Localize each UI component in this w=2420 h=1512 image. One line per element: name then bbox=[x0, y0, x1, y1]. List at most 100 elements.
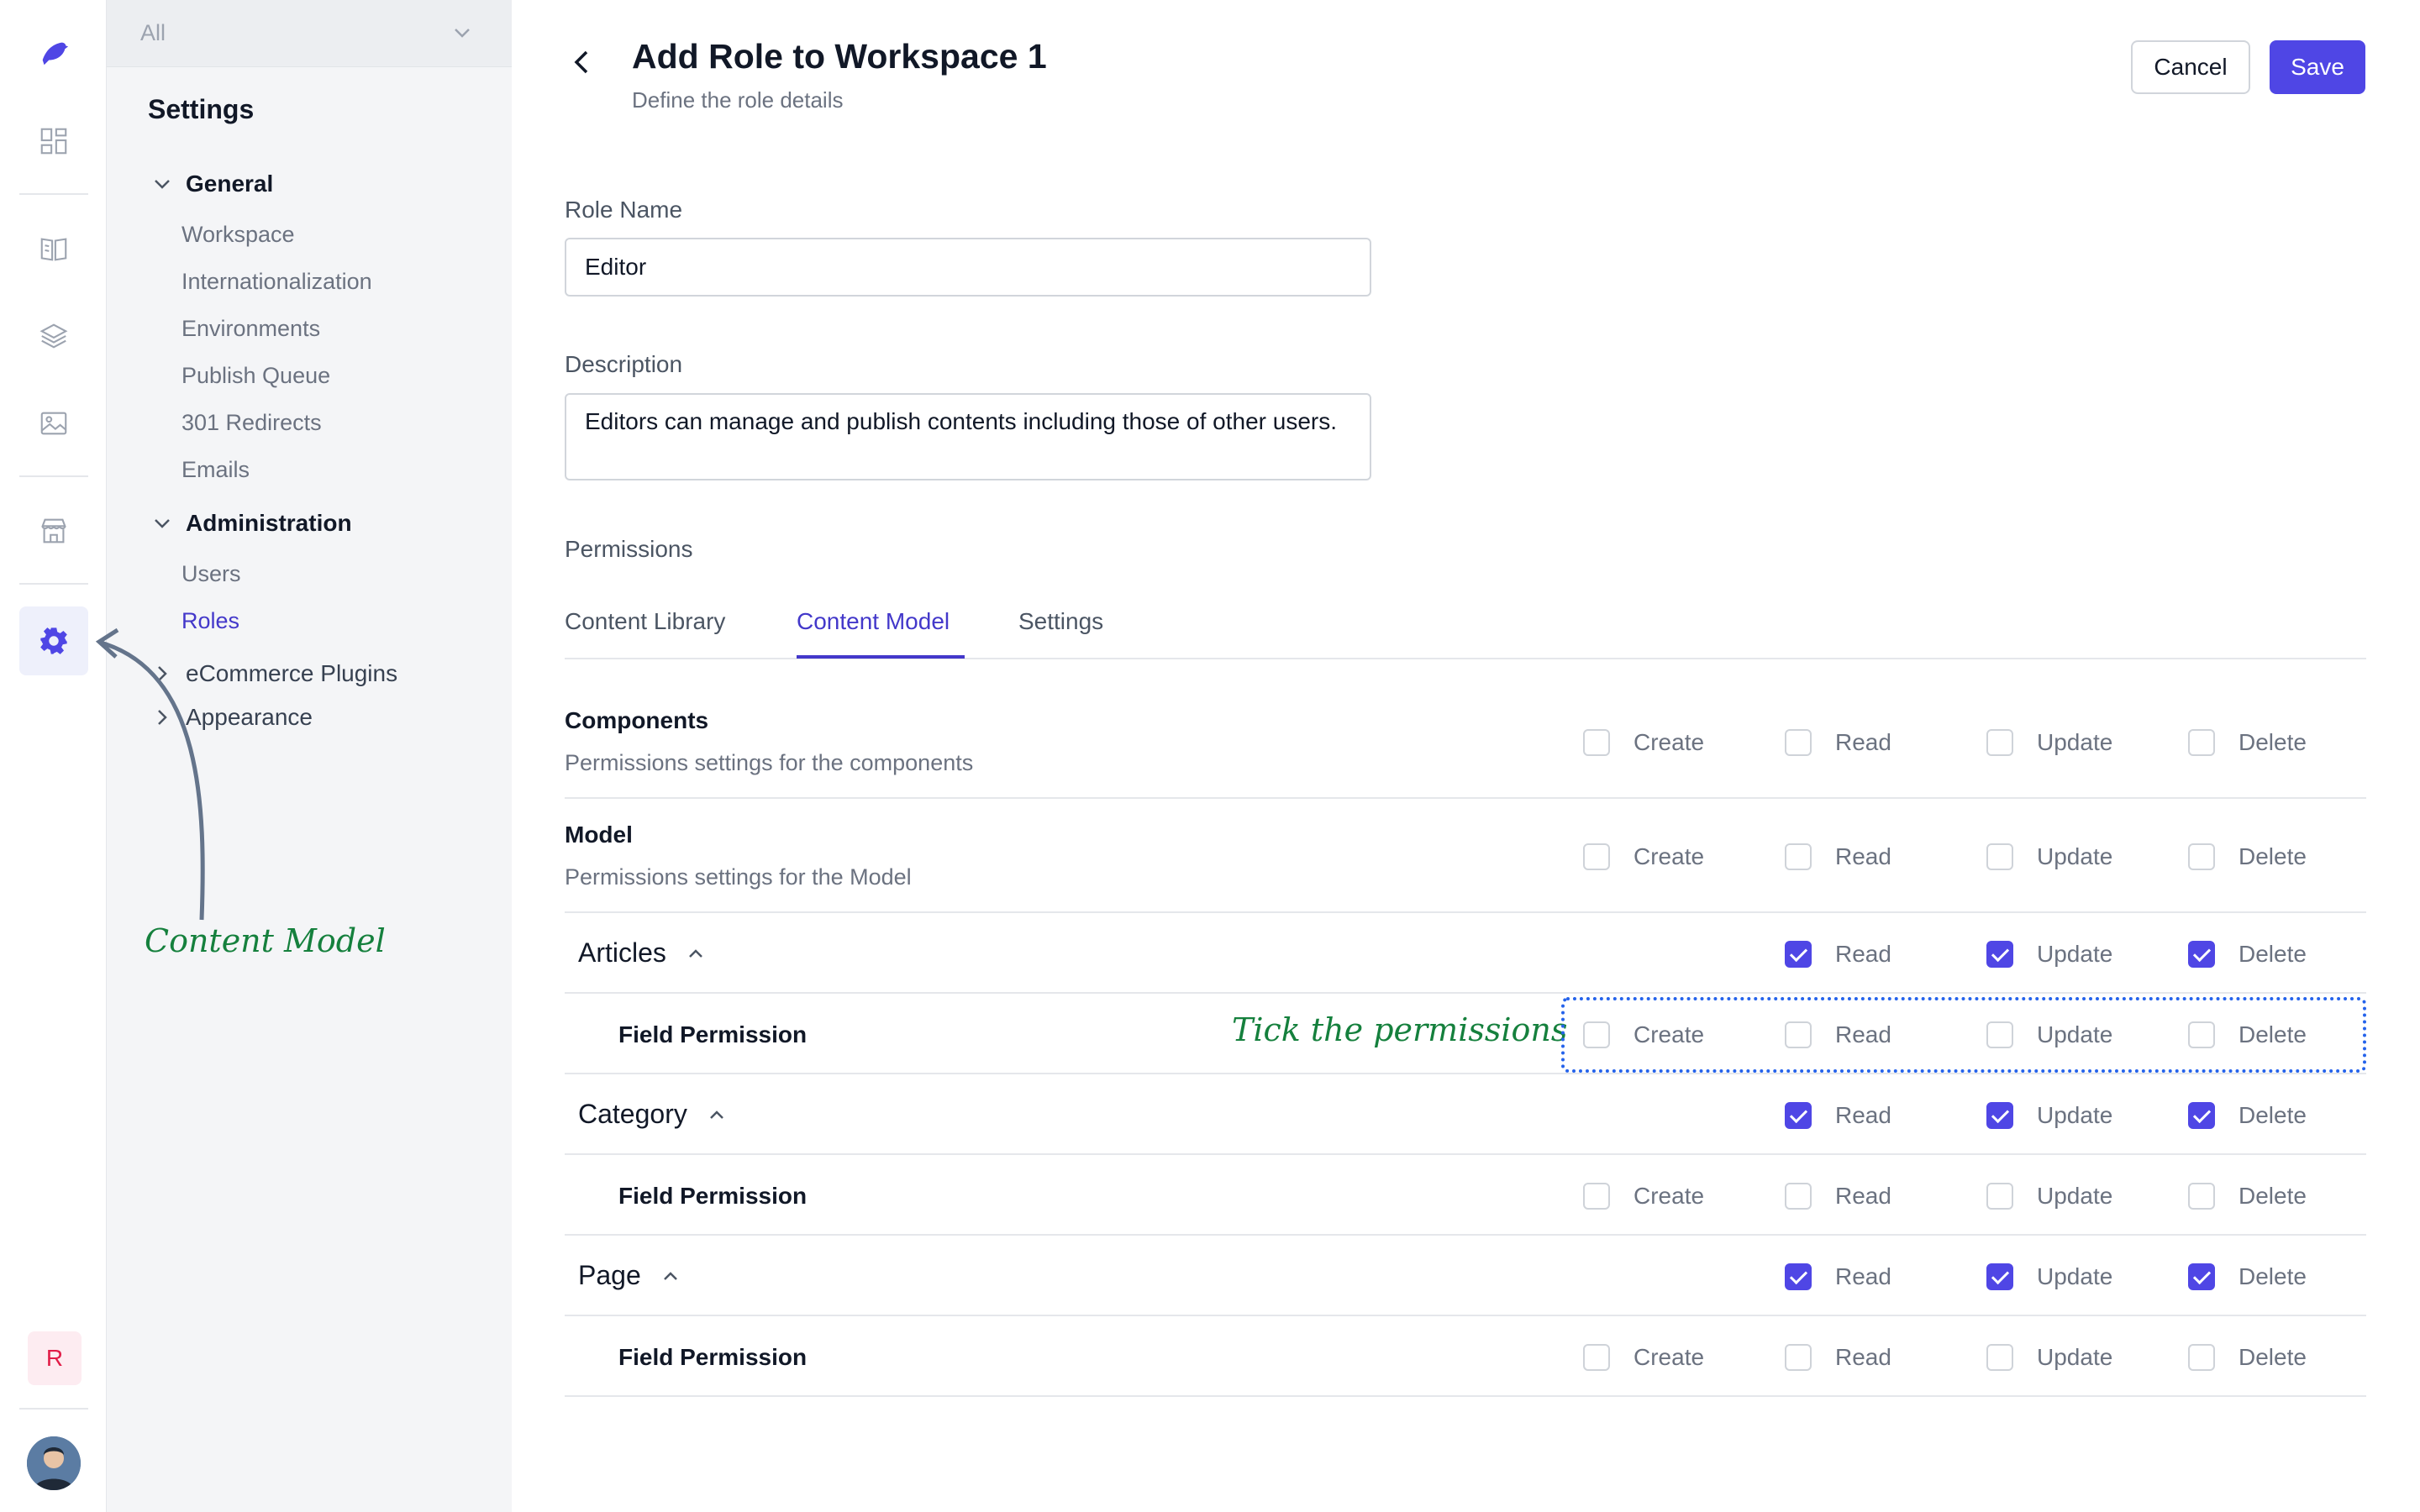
articles-field-read-checkbox[interactable] bbox=[1785, 1021, 1812, 1048]
role-name-input[interactable]: Editor bbox=[565, 238, 1371, 297]
articles-field-create-checkbox[interactable] bbox=[1583, 1021, 1610, 1048]
row-divider bbox=[565, 992, 2366, 994]
category-field-read-checkbox[interactable] bbox=[1785, 1183, 1812, 1210]
checkbox-label: Delete bbox=[2238, 1102, 2307, 1128]
page-field-delete-checkbox[interactable] bbox=[2188, 1344, 2215, 1371]
category-read-checkbox[interactable] bbox=[1785, 1102, 1812, 1129]
sidebar-group-general[interactable]: General bbox=[152, 171, 273, 197]
back-arrow-icon[interactable] bbox=[565, 44, 602, 81]
rail-divider bbox=[19, 583, 88, 585]
page-subtitle: Define the role details bbox=[632, 87, 844, 113]
checkbox-label: Read bbox=[1835, 1021, 1891, 1047]
page-update-checkbox[interactable] bbox=[1986, 1263, 2013, 1290]
components-read-checkbox[interactable] bbox=[1785, 729, 1812, 756]
workspace-avatar[interactable]: R bbox=[28, 1331, 82, 1385]
checkbox-label: Read bbox=[1835, 1263, 1891, 1289]
checkbox-label: Read bbox=[1835, 1344, 1891, 1370]
image-icon[interactable] bbox=[35, 405, 72, 442]
sidebar-item-emails[interactable]: Emails bbox=[182, 457, 250, 483]
sidebar-item-internationalization[interactable]: Internationalization bbox=[182, 269, 372, 295]
model-update-checkbox[interactable] bbox=[1986, 843, 2013, 870]
articles-field-permission-label: Field Permission bbox=[618, 1021, 808, 1047]
tab-content-library[interactable]: Content Library bbox=[565, 608, 725, 635]
sidebar-item-301-redirects[interactable]: 301 Redirects bbox=[182, 410, 322, 436]
section-articles[interactable]: Articles bbox=[578, 937, 707, 969]
articles-read-checkbox[interactable] bbox=[1785, 941, 1812, 968]
page-field-read-checkbox[interactable] bbox=[1785, 1344, 1812, 1371]
gear-icon[interactable] bbox=[35, 622, 72, 659]
articles-delete-checkbox[interactable] bbox=[2188, 941, 2215, 968]
row-divider bbox=[565, 797, 2366, 799]
category-delete-checkbox[interactable] bbox=[2188, 1102, 2215, 1129]
sidebar-group-label: Administration bbox=[186, 510, 352, 536]
annotation-arrow-icon bbox=[95, 627, 205, 921]
checkbox-label: Delete bbox=[2238, 729, 2307, 755]
category-field-delete-checkbox[interactable] bbox=[2188, 1183, 2215, 1210]
chevron-up-icon[interactable] bbox=[660, 1265, 681, 1287]
category-update-checkbox[interactable] bbox=[1986, 1102, 2013, 1129]
checkbox-label: Update bbox=[2037, 1263, 2113, 1289]
checkbox-label: Read bbox=[1835, 1183, 1891, 1209]
page-field-create-checkbox[interactable] bbox=[1583, 1344, 1610, 1371]
workspace-select-value: All bbox=[140, 20, 166, 45]
sidebar-item-environments[interactable]: Environments bbox=[182, 316, 320, 342]
checkbox-label: Read bbox=[1835, 1102, 1891, 1128]
model-delete-checkbox[interactable] bbox=[2188, 843, 2215, 870]
sidebar-item-publish-queue[interactable]: Publish Queue bbox=[182, 363, 330, 389]
tab-content-model[interactable]: Content Model bbox=[797, 608, 950, 635]
role-name-label: Role Name bbox=[565, 197, 683, 223]
checkbox-label: Read bbox=[1835, 729, 1891, 755]
workspace-select[interactable]: All bbox=[107, 0, 512, 67]
section-page[interactable]: Page bbox=[578, 1260, 681, 1291]
active-tab-indicator bbox=[797, 655, 965, 659]
chevron-up-icon[interactable] bbox=[685, 942, 707, 964]
sidebar-title: Settings bbox=[148, 94, 255, 124]
section-title: Category bbox=[578, 1099, 687, 1129]
checkbox-label: Create bbox=[1634, 843, 1705, 869]
components-update-checkbox[interactable] bbox=[1986, 729, 2013, 756]
description-label: Description bbox=[565, 351, 683, 377]
chevron-up-icon[interactable] bbox=[706, 1104, 728, 1126]
annotation-tick-permissions: Tick the permissions bbox=[1232, 1011, 1568, 1048]
checkbox-label: Delete bbox=[2238, 941, 2307, 967]
sidebar-group-administration[interactable]: Administration bbox=[152, 510, 352, 537]
sidebar-item-users[interactable]: Users bbox=[182, 561, 241, 587]
page-read-checkbox[interactable] bbox=[1785, 1263, 1812, 1290]
checkbox-label: Create bbox=[1634, 1183, 1705, 1209]
user-avatar[interactable] bbox=[27, 1436, 81, 1490]
checkbox-label: Read bbox=[1835, 941, 1891, 967]
row-divider bbox=[565, 1073, 2366, 1074]
layers-icon[interactable] bbox=[35, 318, 72, 354]
tab-settings[interactable]: Settings bbox=[1018, 608, 1103, 635]
checkbox-label: Create bbox=[1634, 729, 1705, 755]
model-read-checkbox[interactable] bbox=[1785, 843, 1812, 870]
logo-bird-icon[interactable] bbox=[35, 34, 72, 71]
book-icon[interactable] bbox=[35, 230, 72, 267]
description-textarea[interactable]: Editors can manage and publish contents … bbox=[565, 393, 1371, 480]
model-description: Permissions settings for the Model bbox=[565, 864, 912, 890]
category-field-update-checkbox[interactable] bbox=[1986, 1183, 2013, 1210]
page-delete-checkbox[interactable] bbox=[2188, 1263, 2215, 1290]
articles-field-delete-checkbox[interactable] bbox=[2188, 1021, 2215, 1048]
components-description: Permissions settings for the components bbox=[565, 750, 974, 775]
permissions-label: Permissions bbox=[565, 536, 693, 562]
components-delete-checkbox[interactable] bbox=[2188, 729, 2215, 756]
section-category[interactable]: Category bbox=[578, 1099, 728, 1130]
articles-update-checkbox[interactable] bbox=[1986, 941, 2013, 968]
model-create-checkbox[interactable] bbox=[1583, 843, 1610, 870]
row-divider bbox=[565, 1153, 2366, 1155]
save-button[interactable]: Save bbox=[2270, 40, 2365, 94]
checkbox-label: Update bbox=[2037, 729, 2113, 755]
row-divider bbox=[565, 1395, 2366, 1397]
cancel-button[interactable]: Cancel bbox=[2131, 40, 2250, 94]
checkbox-label: Read bbox=[1835, 843, 1891, 869]
checkbox-label: Delete bbox=[2238, 1021, 2307, 1047]
checkbox-label: Update bbox=[2037, 941, 2113, 967]
page-field-update-checkbox[interactable] bbox=[1986, 1344, 2013, 1371]
category-field-create-checkbox[interactable] bbox=[1583, 1183, 1610, 1210]
sidebar-item-workspace[interactable]: Workspace bbox=[182, 222, 295, 248]
dashboard-icon[interactable] bbox=[35, 123, 72, 160]
store-icon[interactable] bbox=[35, 512, 72, 549]
components-create-checkbox[interactable] bbox=[1583, 729, 1610, 756]
articles-field-update-checkbox[interactable] bbox=[1986, 1021, 2013, 1048]
